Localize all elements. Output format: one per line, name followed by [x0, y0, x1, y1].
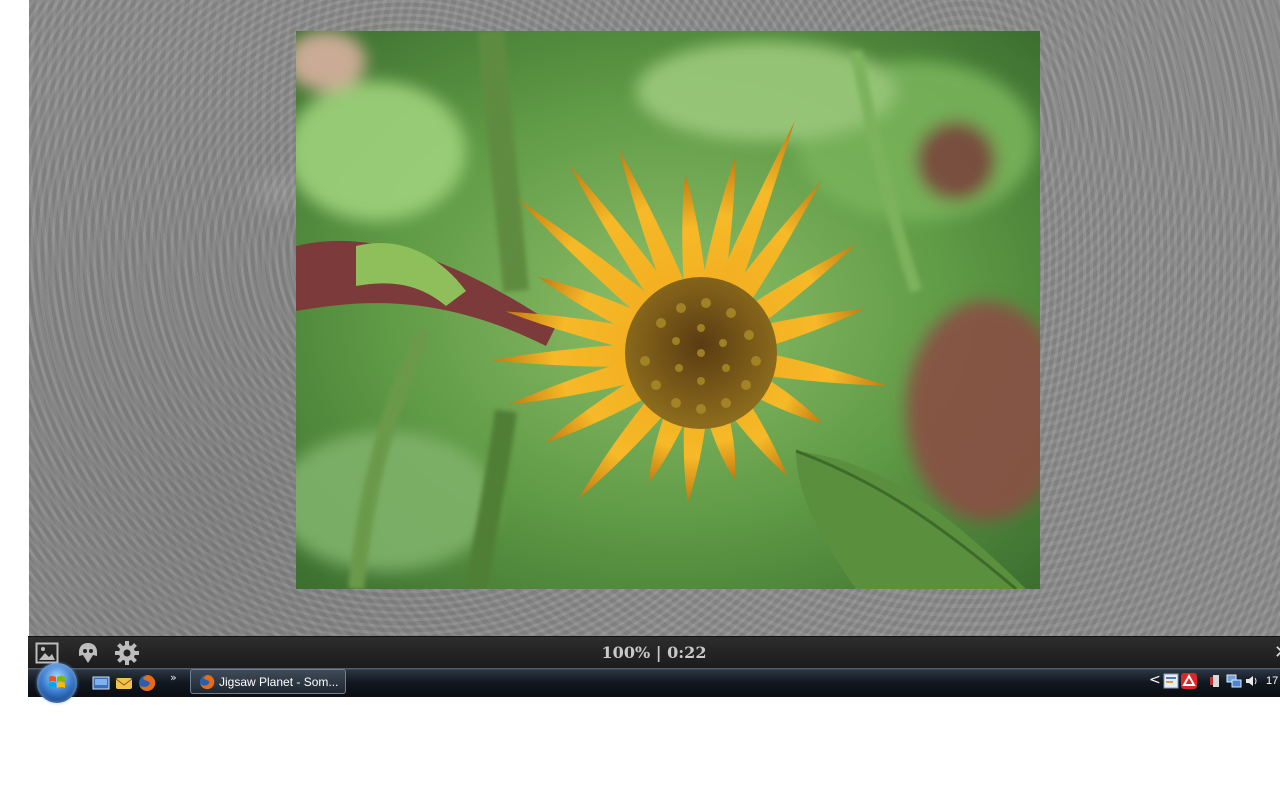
volume-icon[interactable]	[1244, 673, 1260, 689]
firefox-icon[interactable]	[138, 674, 156, 692]
elapsed-time: 0:22	[667, 643, 707, 662]
quick-launch-more[interactable]: »	[170, 671, 177, 684]
tray-expand-icon[interactable]: <	[1149, 672, 1161, 688]
taskbar-button-firefox[interactable]: Jigsaw Planet - Som...	[190, 669, 346, 694]
show-desktop-icon[interactable]	[92, 674, 110, 692]
puzzle-toolbar: 100% | 0:22 ✕	[28, 636, 1280, 669]
status-separator: |	[655, 643, 662, 662]
daisy-flower-image	[296, 31, 1040, 589]
antivirus-icon[interactable]	[1181, 673, 1197, 689]
puzzle-board[interactable]	[29, 0, 1280, 636]
clock[interactable]: 17	[1266, 675, 1278, 687]
network-icon[interactable]	[1226, 673, 1242, 689]
tray-app-icon[interactable]	[1163, 673, 1179, 689]
taskbar-button-label: Jigsaw Planet - Som...	[219, 675, 339, 689]
windows-logo-icon	[49, 676, 65, 688]
puzzle-image[interactable]	[296, 31, 1040, 589]
firefox-icon	[199, 674, 215, 690]
windows-taskbar: » Jigsaw Planet - Som... < 17	[28, 663, 1280, 703]
progress-timer-status: 100% | 0:22	[28, 643, 1280, 662]
safely-remove-hardware-icon[interactable]	[1208, 673, 1224, 689]
progress-percent: 100%	[601, 643, 651, 662]
close-icon[interactable]: ✕	[1274, 642, 1280, 664]
mail-icon[interactable]	[115, 674, 133, 692]
start-button[interactable]	[37, 663, 77, 703]
